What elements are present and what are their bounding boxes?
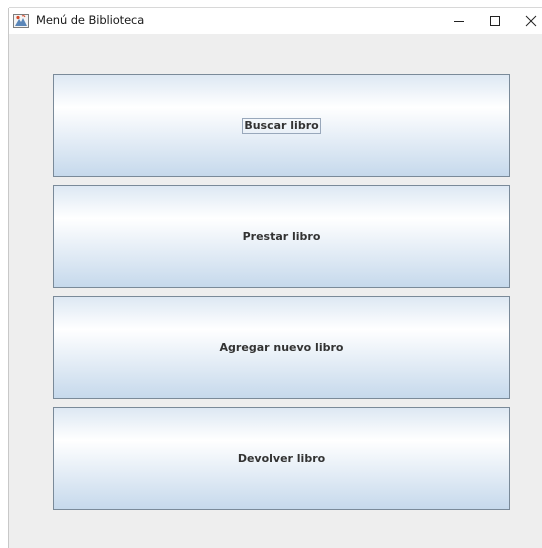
- search-book-label: Buscar libro: [242, 117, 321, 134]
- return-book-button[interactable]: Devolver libro: [53, 407, 510, 510]
- library-menu-window: Menú de Biblioteca Buscar libro Prestar …: [9, 8, 542, 548]
- lend-book-button[interactable]: Prestar libro: [53, 185, 510, 288]
- close-icon: [525, 15, 537, 27]
- window-title: Menú de Biblioteca: [36, 13, 145, 27]
- lend-book-label: Prestar libro: [242, 229, 321, 243]
- add-new-book-label: Agregar nuevo libro: [219, 340, 344, 354]
- maximize-icon: [490, 16, 500, 26]
- maximize-button[interactable]: [477, 8, 513, 34]
- close-button[interactable]: [513, 8, 542, 34]
- title-bar[interactable]: Menú de Biblioteca: [9, 8, 542, 34]
- minimize-button[interactable]: [441, 8, 477, 34]
- minimize-icon: [454, 21, 464, 22]
- search-book-button[interactable]: Buscar libro: [53, 74, 510, 177]
- add-new-book-button[interactable]: Agregar nuevo libro: [53, 296, 510, 399]
- java-duke-icon: [13, 14, 29, 28]
- return-book-label: Devolver libro: [237, 451, 326, 465]
- menu-panel: Buscar libro Prestar libro Agregar nuevo…: [9, 34, 542, 548]
